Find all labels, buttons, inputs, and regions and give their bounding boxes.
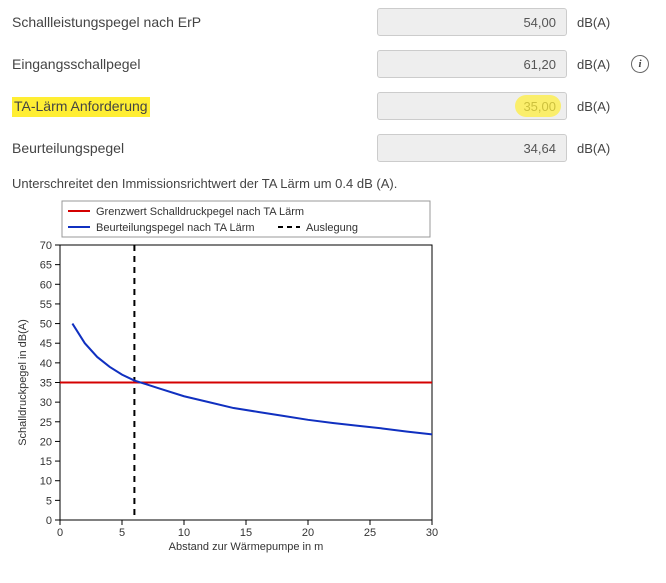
param-row: Eingangsschallpegel dB(A) i <box>12 50 654 78</box>
param-label: Beurteilungspegel <box>12 140 377 156</box>
svg-text:50: 50 <box>40 319 52 331</box>
param-unit: dB(A) <box>567 57 627 72</box>
svg-text:60: 60 <box>40 279 52 291</box>
param-input-wrap <box>377 134 567 162</box>
svg-text:Abstand zur Wärmepumpe in m: Abstand zur Wärmepumpe in m <box>169 541 324 553</box>
param-unit: dB(A) <box>567 15 627 30</box>
param-row: Beurteilungspegel dB(A) <box>12 134 654 162</box>
svg-text:Auslegung: Auslegung <box>306 222 358 234</box>
param-input[interactable] <box>377 134 567 162</box>
param-input[interactable] <box>377 50 567 78</box>
svg-text:Schalldruckpegel in dB(A): Schalldruckpegel in dB(A) <box>17 319 29 446</box>
param-unit: dB(A) <box>567 141 627 156</box>
svg-text:40: 40 <box>40 358 52 370</box>
svg-text:5: 5 <box>119 527 125 539</box>
svg-text:10: 10 <box>40 476 52 488</box>
param-label: Eingangsschallpegel <box>12 56 377 72</box>
svg-text:Beurteilungspegel nach TA Lärm: Beurteilungspegel nach TA Lärm <box>96 222 255 234</box>
param-input-wrap <box>377 8 567 36</box>
result-note: Unterschreitet den Immissionsrichtwert d… <box>12 176 654 191</box>
param-label: Schallleistungspegel nach ErP <box>12 14 377 30</box>
svg-text:15: 15 <box>240 527 252 539</box>
sound-chart: 0 5 10 15 20 25 30 0 5 10 15 20 25 30 35 40 45 50 55 60 65 70… <box>12 199 654 557</box>
svg-text:35: 35 <box>40 378 52 390</box>
param-unit: dB(A) <box>567 99 627 114</box>
param-input[interactable] <box>377 8 567 36</box>
svg-text:25: 25 <box>40 417 52 429</box>
svg-text:55: 55 <box>40 299 52 311</box>
svg-text:10: 10 <box>178 527 190 539</box>
info-icon[interactable]: i <box>631 55 649 73</box>
svg-text:20: 20 <box>40 436 52 448</box>
param-label: TA-Lärm Anforderung <box>12 98 377 114</box>
param-input-wrap <box>377 50 567 78</box>
svg-text:30: 30 <box>40 397 52 409</box>
svg-text:20: 20 <box>302 527 314 539</box>
svg-text:70: 70 <box>40 240 52 252</box>
svg-text:0: 0 <box>57 527 63 539</box>
svg-text:45: 45 <box>40 338 52 350</box>
param-input-wrap <box>377 92 567 120</box>
param-input[interactable] <box>377 92 567 120</box>
svg-text:25: 25 <box>364 527 376 539</box>
svg-text:0: 0 <box>46 515 52 527</box>
param-row: Schallleistungspegel nach ErP dB(A) <box>12 8 654 36</box>
svg-text:5: 5 <box>46 495 52 507</box>
svg-text:15: 15 <box>40 456 52 468</box>
svg-text:65: 65 <box>40 260 52 272</box>
svg-text:Grenzwert Schalldruckpegel nac: Grenzwert Schalldruckpegel nach TA Lärm <box>96 206 304 218</box>
param-row: TA-Lärm Anforderung dB(A) <box>12 92 654 120</box>
svg-text:30: 30 <box>426 527 438 539</box>
